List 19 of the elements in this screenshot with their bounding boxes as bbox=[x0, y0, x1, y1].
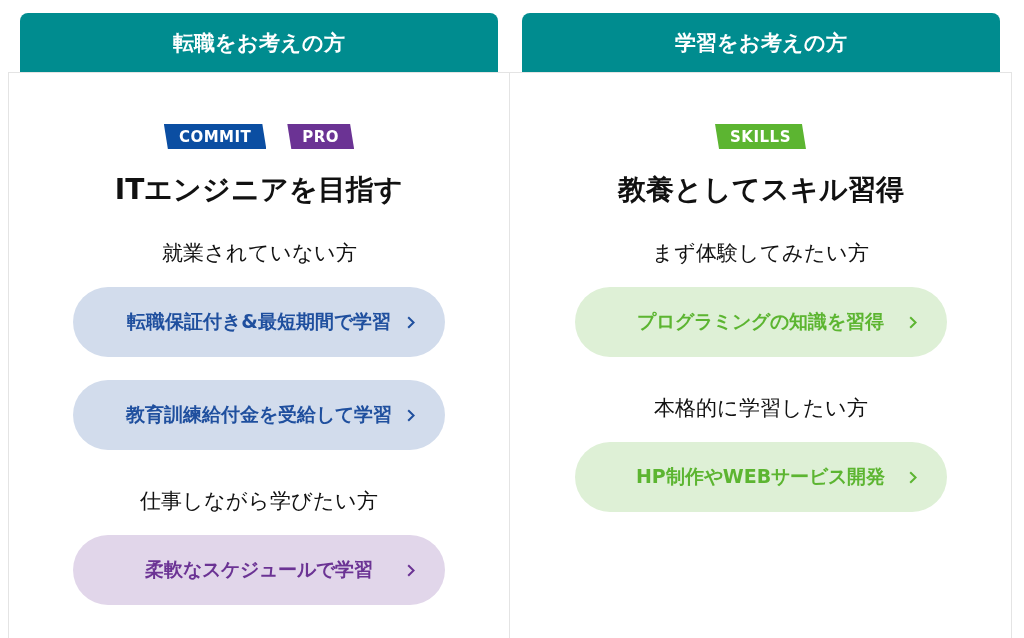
section-header: 転職をお考えの方 bbox=[20, 13, 498, 72]
course-link-button[interactable]: 柔軟なスケジュールで学習 bbox=[73, 535, 445, 605]
course-link-button[interactable]: 教育訓練給付金を受給して学習 bbox=[73, 380, 445, 450]
chevron-right-icon bbox=[407, 315, 415, 329]
course-badge: COMMIT bbox=[163, 124, 267, 149]
chevron-right-icon bbox=[908, 315, 917, 329]
course-badge: PRO bbox=[287, 124, 355, 149]
audience-heading: 本格的に学習したい方 bbox=[653, 395, 868, 422]
chevron-right-icon bbox=[407, 408, 415, 422]
chevron-right-icon bbox=[407, 563, 415, 577]
audience-heading: 仕事しながら学びたい方 bbox=[140, 488, 378, 515]
audience-heading: まず体験してみたい方 bbox=[652, 240, 869, 267]
section-title: ITエンジニアを目指す bbox=[114, 172, 404, 208]
audience-heading: 就業されていない方 bbox=[161, 240, 357, 267]
section-title: 教養としてスキル習得 bbox=[617, 172, 904, 208]
course-link-button[interactable]: 転職保証付き&最短期間で学習 bbox=[73, 287, 445, 357]
section-header: 学習をお考えの方 bbox=[522, 13, 1000, 72]
course-badge: SKILLS bbox=[715, 124, 806, 149]
chevron-right-icon bbox=[908, 470, 917, 484]
